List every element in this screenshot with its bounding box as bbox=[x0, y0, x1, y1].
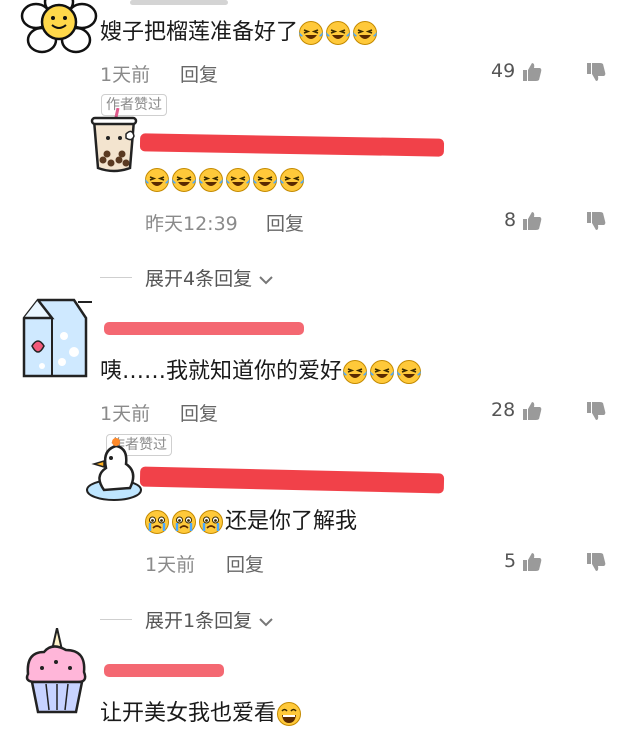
crying-emoji bbox=[199, 510, 223, 534]
laughing-emoji bbox=[199, 168, 223, 192]
laughing-emoji bbox=[280, 168, 304, 192]
comment-time: 昨天12:39 bbox=[145, 213, 238, 235]
username-redaction bbox=[130, 0, 228, 5]
username-redaction bbox=[104, 322, 304, 335]
crying-emoji-group bbox=[144, 509, 225, 534]
thumb-up-icon[interactable] bbox=[521, 400, 543, 422]
laughing-emoji-group bbox=[342, 359, 423, 384]
laughing-emoji-group bbox=[298, 20, 379, 45]
cupcake-avatar[interactable] bbox=[22, 627, 92, 718]
like-count: 28 bbox=[491, 399, 516, 421]
thumb-up-icon[interactable] bbox=[521, 210, 543, 232]
laughing-emoji-group bbox=[144, 168, 306, 192]
laughing-emoji-row bbox=[144, 167, 306, 195]
thumb-up-icon[interactable] bbox=[521, 551, 543, 573]
laughing-emoji bbox=[370, 360, 395, 384]
laughing-emoji bbox=[397, 360, 422, 384]
comment-text: 还是你了解我 bbox=[144, 505, 357, 539]
milk-carton-avatar[interactable] bbox=[18, 296, 96, 382]
comment-time: 1天前 bbox=[100, 403, 151, 425]
comment-text: 咦……我就知道你的爱好 bbox=[100, 355, 423, 389]
expand-replies-button[interactable]: 展开4条回复 bbox=[145, 264, 274, 291]
comment-text-content: 咦……我就知道你的爱好 bbox=[100, 359, 343, 384]
thumb-down-icon[interactable] bbox=[585, 210, 607, 232]
laughing-emoji bbox=[353, 21, 378, 45]
expand-replies-button[interactable]: 展开1条回复 bbox=[145, 606, 274, 633]
grinning-emoji bbox=[277, 702, 302, 726]
thumb-down-icon[interactable] bbox=[585, 61, 607, 83]
laughing-emoji bbox=[145, 168, 169, 192]
laughing-emoji bbox=[172, 168, 196, 192]
like-count: 49 bbox=[491, 60, 516, 82]
comment-text: 让开美女我也爱看 bbox=[100, 697, 303, 731]
comment-text-content: 还是你了解我 bbox=[225, 509, 358, 534]
comment-text: 嫂子把榴莲准备好了 bbox=[100, 16, 379, 50]
expand-divider bbox=[100, 277, 132, 278]
username-redaction bbox=[139, 133, 445, 157]
expand-divider bbox=[100, 619, 132, 620]
reply-button[interactable]: 回复 bbox=[180, 60, 218, 87]
reply-button[interactable]: 回复 bbox=[180, 399, 218, 426]
thumb-up-icon[interactable] bbox=[521, 61, 543, 83]
crying-emoji bbox=[145, 510, 169, 534]
expand-replies-label: 展开1条回复 bbox=[145, 610, 253, 632]
like-count: 5 bbox=[504, 550, 517, 572]
laughing-emoji bbox=[299, 21, 324, 45]
laughing-emoji bbox=[226, 168, 250, 192]
comment-text-content: 嫂子把榴莲准备好了 bbox=[100, 20, 299, 45]
duck-avatar[interactable] bbox=[84, 436, 144, 502]
like-count: 8 bbox=[504, 209, 517, 231]
comment-text-content: 让开美女我也爱看 bbox=[100, 701, 277, 726]
crying-emoji bbox=[172, 510, 196, 534]
username-redaction bbox=[139, 466, 445, 494]
reply-button[interactable]: 回复 bbox=[266, 209, 304, 236]
chevron-down-icon bbox=[259, 617, 273, 626]
laughing-emoji bbox=[326, 21, 351, 45]
grinning-emoji-icon bbox=[276, 701, 303, 726]
flower-avatar[interactable] bbox=[18, 0, 100, 58]
laughing-emoji bbox=[343, 360, 368, 384]
thumb-down-icon[interactable] bbox=[585, 400, 607, 422]
thumb-down-icon[interactable] bbox=[585, 551, 607, 573]
expand-replies-label: 展开4条回复 bbox=[145, 268, 253, 290]
reply-button[interactable]: 回复 bbox=[226, 550, 264, 577]
milk-tea-avatar[interactable] bbox=[88, 107, 140, 174]
chevron-down-icon bbox=[259, 275, 273, 284]
comment-time: 1天前 bbox=[100, 64, 151, 86]
username-redaction bbox=[104, 664, 224, 677]
laughing-emoji bbox=[253, 168, 277, 192]
comment-time: 1天前 bbox=[145, 554, 196, 576]
